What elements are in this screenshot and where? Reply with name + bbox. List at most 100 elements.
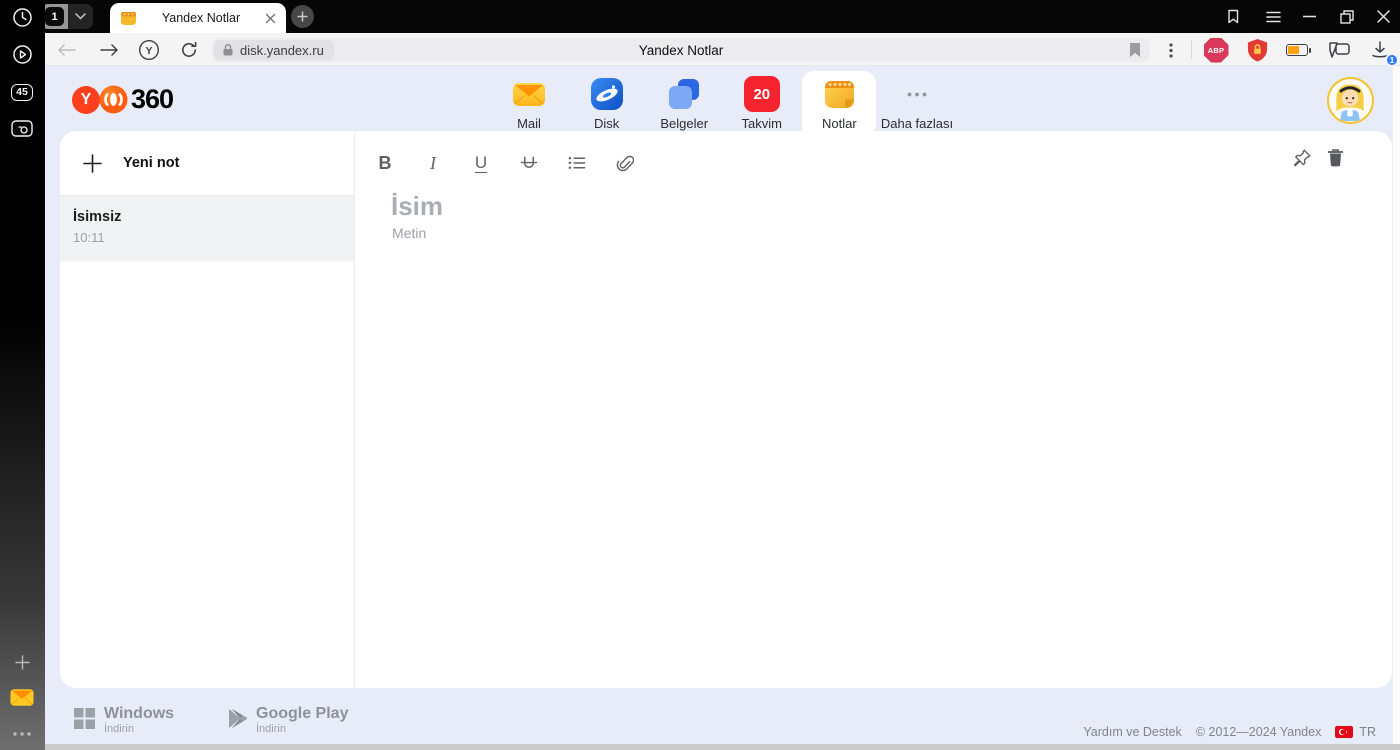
app-item-daha-fazlasi[interactable]: Daha fazlası xyxy=(880,71,954,137)
tab-group-chip[interactable]: 1 xyxy=(41,4,93,29)
notes-list-panel: Yeni not İsimsiz 10:11 xyxy=(60,131,355,688)
forward-icon[interactable] xyxy=(98,38,121,61)
back-icon[interactable] xyxy=(55,38,78,61)
tab-counter-badge[interactable]: 45 xyxy=(10,80,34,104)
plus-icon xyxy=(83,153,102,173)
app-item-takvim[interactable]: 20 Takvim xyxy=(725,71,799,137)
windows-logo-icon xyxy=(74,708,95,729)
calendar-icon: 20 xyxy=(743,76,780,112)
user-avatar[interactable] xyxy=(1327,77,1374,124)
turkey-flag-icon xyxy=(1335,726,1354,738)
attachment-button[interactable] xyxy=(616,151,634,175)
protect-shield-icon[interactable] xyxy=(1244,37,1270,63)
windows-download-badge[interactable]: Windows İndirin xyxy=(74,705,174,735)
download-count-badge: 1 xyxy=(1385,53,1399,67)
player-icon[interactable] xyxy=(10,42,34,66)
yandex-button[interactable]: Y xyxy=(137,38,160,61)
google-play-logo-icon xyxy=(228,708,247,729)
history-icon[interactable] xyxy=(10,5,34,29)
tab-yandex-notlar[interactable]: Yandex Notlar xyxy=(110,3,286,33)
store-name: Google Play xyxy=(256,705,349,722)
mail-icon xyxy=(511,76,547,112)
pin-icon[interactable] xyxy=(1292,148,1312,168)
logo-360-text: 360 xyxy=(131,84,174,114)
note-body-input[interactable]: Metin xyxy=(392,225,426,241)
note-time: 10:11 xyxy=(73,230,105,245)
notes-icon xyxy=(821,76,857,112)
tab-group-segment: 1 xyxy=(41,4,68,29)
yandex-360-logo[interactable]: Y 360 xyxy=(72,84,174,115)
list-button[interactable] xyxy=(568,151,586,175)
store-action: İndirin xyxy=(256,723,286,735)
panel-bookmark-icon[interactable] xyxy=(1218,0,1248,33)
app-item-notlar[interactable]: Notlar xyxy=(802,71,877,137)
screenshot-icon[interactable] xyxy=(10,116,34,140)
sidebar-more-icon[interactable] xyxy=(10,722,34,746)
new-note-label: Yeni not xyxy=(123,155,180,171)
menu-icon[interactable] xyxy=(1258,0,1288,33)
svg-text:Y: Y xyxy=(145,45,152,57)
tab-close-icon[interactable] xyxy=(265,13,276,24)
app-label: Disk xyxy=(593,116,620,131)
sidebar-add-icon[interactable] xyxy=(10,650,34,674)
bold-button[interactable]: B xyxy=(376,151,394,175)
mail-shortcut-icon[interactable] xyxy=(10,685,34,709)
360-logo-icon xyxy=(99,85,128,114)
battery-icon[interactable] xyxy=(1284,37,1311,63)
tab-group-expander[interactable] xyxy=(68,4,93,29)
trash-icon[interactable] xyxy=(1327,148,1344,168)
app-item-belgeler[interactable]: Belgeler xyxy=(647,71,721,137)
store-name: Windows xyxy=(104,705,175,722)
address-bar[interactable]: disk.yandex.ru Yandex Notlar xyxy=(212,38,1150,62)
toolbar-separator xyxy=(1191,40,1192,59)
yandex-logo-icon: Y xyxy=(72,85,100,114)
browser-side-panel: 45 xyxy=(0,0,45,750)
strikethrough-button[interactable] xyxy=(520,151,538,175)
tabs-collection-icon[interactable] xyxy=(1326,37,1352,63)
underline-button[interactable]: U xyxy=(472,151,490,175)
italic-button[interactable]: I xyxy=(424,151,442,175)
reload-icon[interactable] xyxy=(177,38,200,61)
new-tab-button[interactable] xyxy=(291,5,314,28)
app-item-mail[interactable]: Mail xyxy=(492,71,566,137)
restore-button[interactable] xyxy=(1332,0,1362,33)
kebab-menu-icon[interactable] xyxy=(1158,37,1184,63)
note-list-item[interactable]: İsimsiz 10:11 xyxy=(60,196,354,261)
note-title: İsimsiz xyxy=(73,209,122,225)
app-item-disk[interactable]: Disk xyxy=(570,71,644,137)
more-apps-icon xyxy=(899,76,935,112)
apps-navigation: Mail Disk Belgeler 20 Takvim Notlar Daha… xyxy=(492,71,954,137)
bookmark-icon[interactable] xyxy=(1128,42,1142,58)
tab-favicon-notes-icon xyxy=(120,10,137,27)
page-scrollbar[interactable] xyxy=(1392,66,1400,744)
new-note-button[interactable]: Yeni not xyxy=(60,131,354,196)
notes-card: Yeni not İsimsiz 10:11 B I U İsim Metin xyxy=(60,131,1392,688)
window-bottom-edge xyxy=(45,744,1400,750)
note-title-input[interactable]: İsim xyxy=(391,191,443,222)
omnibox-page-title: Yandex Notlar xyxy=(638,42,724,58)
page-footer: Windows İndirin Google Play İndirin Yard… xyxy=(45,688,1400,744)
editor-actions xyxy=(1292,148,1344,168)
downloads-icon[interactable]: 1 xyxy=(1367,37,1399,67)
browser-toolbar: Y disk.yandex.ru Yandex Notlar ABP 1 xyxy=(45,33,1400,67)
browser-window: 1 Yandex Notlar 45 Y disk.yandex.ru Yand… xyxy=(0,0,1400,750)
app-label: Daha fazlası xyxy=(880,116,954,131)
app-label: Notlar xyxy=(822,116,857,131)
chevron-down-icon xyxy=(75,13,86,20)
titlebar: 1 Yandex Notlar xyxy=(0,0,1400,33)
app-label: Mail xyxy=(517,116,541,131)
help-link[interactable]: Yardım ve Destek xyxy=(1083,725,1181,739)
documents-icon xyxy=(666,76,702,112)
tab-title: Yandex Notlar xyxy=(161,11,241,25)
minimize-button[interactable] xyxy=(1294,0,1324,33)
close-button[interactable] xyxy=(1368,0,1398,33)
gplay-download-badge[interactable]: Google Play İndirin xyxy=(228,705,348,735)
adblock-extension-icon[interactable]: ABP xyxy=(1203,37,1229,63)
store-action: İndirin xyxy=(104,723,134,735)
app-label: Belgeler xyxy=(660,116,709,131)
tab-group-count: 1 xyxy=(45,7,64,26)
locale-switcher[interactable]: TR xyxy=(1335,725,1376,739)
locale-label: TR xyxy=(1359,725,1376,739)
disk-icon xyxy=(589,76,625,112)
yandex-360-page: Y 360 Mail Disk Belgeler 20 Takvim Notla… xyxy=(45,66,1400,744)
